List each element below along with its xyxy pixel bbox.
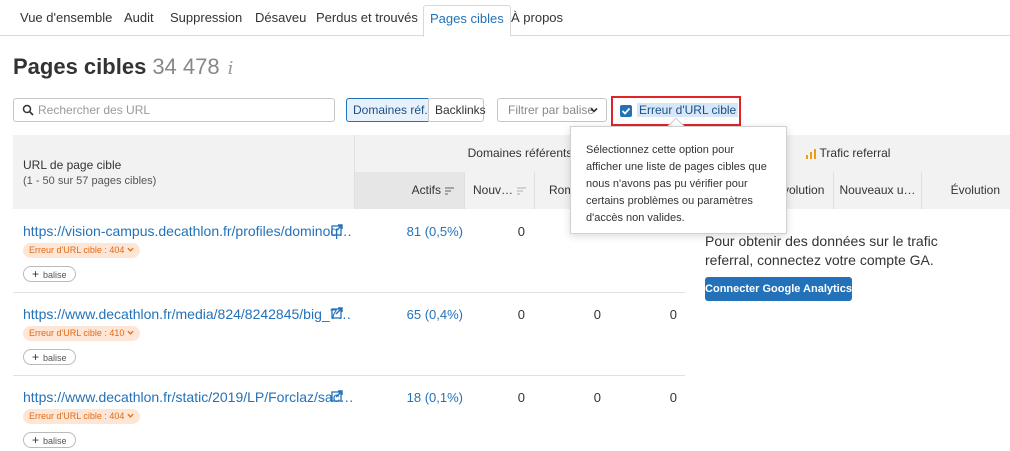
plus-icon: + <box>32 267 40 281</box>
tab-a-propos[interactable]: À propos <box>511 10 563 25</box>
page-count: 34 478 <box>152 54 220 79</box>
external-link-icon[interactable] <box>331 390 343 402</box>
ga-connect-message: Pour obtenir des données sur le trafic r… <box>705 233 938 268</box>
extra-value: 0 <box>669 390 677 405</box>
add-tag-label: balise <box>43 270 67 280</box>
add-tag-button[interactable]: + balise <box>23 432 76 448</box>
add-tag-label: balise <box>43 353 67 363</box>
url-error-badge[interactable]: Erreur d'URL cible : 410 <box>23 326 141 341</box>
url-error-checkbox[interactable] <box>620 105 632 117</box>
col-nouveaux-u-label: Nouveaux u… <box>839 183 916 197</box>
referring-domains-label: Domaines référents <box>467 146 573 160</box>
chevron-down-icon <box>127 247 135 252</box>
url-error-checkbox-label[interactable]: Erreur d'URL cible <box>637 103 739 117</box>
url-error-text: Erreur d'URL cible : 410 <box>29 328 125 338</box>
tab-desaveu[interactable]: Désaveu <box>255 10 306 25</box>
url-error-badge[interactable]: Erreur d'URL cible : 404 <box>23 243 141 258</box>
table-header: URL de page cible (1 - 50 sur 57 pages c… <box>13 135 1010 209</box>
extra-value: 0 <box>669 307 677 322</box>
search-box[interactable] <box>13 98 335 122</box>
tag-filter-dropdown[interactable]: Filtrer par balise <box>497 98 607 122</box>
connect-google-analytics-button[interactable]: Connecter Google Analytics <box>705 277 852 301</box>
referral-traffic-label: Trafic referral <box>819 146 891 160</box>
check-icon <box>621 107 631 115</box>
actifs-value[interactable]: 81 (0,5%) <box>407 224 463 239</box>
tab-vue-ensemble[interactable]: Vue d'ensemble <box>20 10 112 25</box>
col-actifs[interactable]: Actifs <box>354 172 464 209</box>
col-nouveaux-label: Nouv… <box>473 183 514 197</box>
table-row: https://www.decathlon.fr/media/824/82428… <box>13 293 685 376</box>
external-link-icon[interactable] <box>331 307 343 319</box>
segment-domaines-ref[interactable]: Domaines réf. <box>346 98 429 122</box>
url-column-subheader: (1 - 50 sur 57 pages cibles) <box>23 175 157 187</box>
chevron-down-icon <box>127 413 135 418</box>
plus-icon: + <box>32 350 40 364</box>
url-error-text: Erreur d'URL cible : 404 <box>29 411 125 421</box>
table-row: https://www.decathlon.fr/static/2019/LP/… <box>13 376 685 451</box>
target-url-link[interactable]: https://vision-campus.decathlon.fr/profi… <box>23 223 352 239</box>
chevron-down-icon <box>590 107 598 113</box>
sort-icon <box>445 187 454 195</box>
url-error-badge[interactable]: Erreur d'URL cible : 404 <box>23 409 141 424</box>
nouveaux-value: 0 <box>517 390 525 405</box>
plus-icon: + <box>32 433 40 447</box>
url-column-header[interactable]: URL de page cible <box>23 158 121 172</box>
tab-suppression[interactable]: Suppression <box>170 10 242 25</box>
chevron-down-icon <box>127 330 135 335</box>
add-tag-button[interactable]: + balise <box>23 349 76 365</box>
rompus-value: 0 <box>593 390 601 405</box>
col-nouveaux[interactable]: Nouv… <box>464 172 534 209</box>
col-evolution-2[interactable]: Évolution <box>921 172 1010 209</box>
sort-icon <box>517 187 527 195</box>
page-title: Pages cibles 34 478 i <box>13 54 233 80</box>
segment-backlinks[interactable]: Backlinks <box>428 98 486 122</box>
tooltip-text: Sélectionnez cette option pour afficher … <box>586 144 767 224</box>
col-actifs-label: Actifs <box>411 183 441 197</box>
tab-pages-cibles[interactable]: Pages cibles <box>423 5 511 37</box>
target-url-link[interactable]: https://www.decathlon.fr/media/824/82428… <box>23 306 351 322</box>
tab-bar: Vue d'ensemble Audit Suppression Désaveu… <box>0 0 1010 37</box>
target-url-link[interactable]: https://www.decathlon.fr/static/2019/LP/… <box>23 389 354 405</box>
bar-chart-icon <box>805 148 816 159</box>
url-error-tooltip: Sélectionnez cette option pour afficher … <box>570 126 787 234</box>
tab-perdus-trouves[interactable]: Perdus et trouvés <box>316 10 418 25</box>
search-input[interactable] <box>38 102 328 118</box>
external-link-icon[interactable] <box>331 224 343 236</box>
search-icon <box>22 104 34 116</box>
tag-filter-label: Filtrer par balise <box>508 103 595 117</box>
nouveaux-value: 0 <box>517 307 525 322</box>
col-evolution-2-label: Évolution <box>950 183 1000 197</box>
tab-audit[interactable]: Audit <box>124 10 154 25</box>
nouveaux-value: 0 <box>517 224 525 239</box>
add-tag-button[interactable]: + balise <box>23 266 76 282</box>
url-error-text: Erreur d'URL cible : 404 <box>29 245 125 255</box>
info-icon[interactable]: i <box>228 58 234 79</box>
actifs-value[interactable]: 18 (0,1%) <box>407 390 463 405</box>
col-nouveaux-utilisateurs[interactable]: Nouveaux u… <box>833 172 921 209</box>
actifs-value[interactable]: 65 (0,4%) <box>407 307 463 322</box>
rompus-value: 0 <box>593 307 601 322</box>
add-tag-label: balise <box>43 436 67 446</box>
page-title-text: Pages cibles <box>13 54 147 79</box>
